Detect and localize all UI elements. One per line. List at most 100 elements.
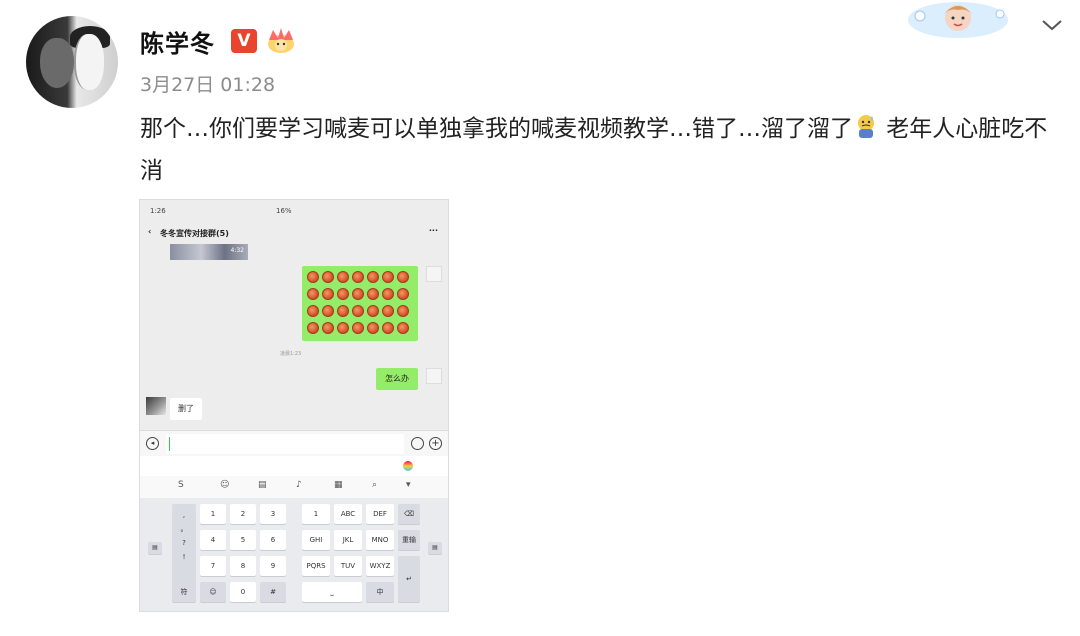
emoji-icon xyxy=(322,305,334,317)
key[interactable]: 1 xyxy=(302,504,330,524)
emoji-icon xyxy=(322,322,334,334)
emoji-icon xyxy=(307,322,319,334)
key[interactable]: 9 xyxy=(260,556,286,576)
card-decoration-icon xyxy=(908,2,1008,38)
chat-input[interactable] xyxy=(166,434,404,454)
emoji-message-bubble[interactable] xyxy=(302,266,418,341)
emoji-icon[interactable]: ☺ xyxy=(220,480,229,490)
space-key-icon[interactable]: ⎵ xyxy=(302,582,362,602)
key[interactable]: TUV xyxy=(334,556,362,576)
key[interactable]: # xyxy=(260,582,286,602)
key[interactable]: 8 xyxy=(230,556,256,576)
grid-icon[interactable]: ▦ xyxy=(334,480,343,490)
key[interactable]: DEF xyxy=(366,504,394,524)
key[interactable]: ABC xyxy=(334,504,362,524)
key[interactable]: 3 xyxy=(260,504,286,524)
their-message-bubble[interactable]: 删了 xyxy=(170,398,202,420)
backspace-icon[interactable]: ⌫ xyxy=(398,504,420,524)
post-text-part1: 那个…你们要学习喊麦可以单独拿我的喊麦视频教学…错了…溜了溜了 xyxy=(140,116,853,142)
emoji-icon xyxy=(307,305,319,317)
keyboard-left-icon[interactable]: ▤ xyxy=(148,542,162,554)
microphone-icon[interactable]: ♪ xyxy=(296,480,302,490)
key[interactable]: PQRS xyxy=(302,556,330,576)
enter-icon[interactable]: ↵ xyxy=(398,556,420,602)
chat-title: 冬冬宣传对接群(5) xyxy=(160,229,229,238)
emoji-icon xyxy=(337,288,349,300)
emoji-key-icon[interactable]: ☺ xyxy=(200,582,226,602)
my-message-bubble[interactable]: 怎么办 xyxy=(376,368,418,390)
key[interactable]: 4 xyxy=(200,530,226,550)
language-key[interactable]: 中 xyxy=(366,582,394,602)
avatar[interactable] xyxy=(26,16,118,108)
emoji-icon xyxy=(367,322,379,334)
sweat-face-emoji-icon xyxy=(858,115,874,138)
sender-avatar[interactable] xyxy=(426,266,442,282)
username[interactable]: 陈学冬 xyxy=(140,24,215,59)
key[interactable]: 1 xyxy=(200,504,226,524)
phone-status-battery: 16% xyxy=(276,207,292,215)
keyboard-top-strip xyxy=(140,456,448,476)
video-duration: 4:32 xyxy=(230,247,244,254)
crown-icon xyxy=(268,28,294,53)
emoji-icon xyxy=(322,288,334,300)
post-text: 那个…你们要学习喊麦可以单独拿我的喊麦视频教学…错了…溜了溜了 老年人心脏吃不消 xyxy=(140,108,1060,192)
keyboard-right-icon[interactable]: ▤ xyxy=(428,542,442,554)
more-icon[interactable]: ··· xyxy=(429,226,438,235)
contact-avatar[interactable] xyxy=(146,397,166,415)
emoji-icon xyxy=(382,305,394,317)
chat-header: ‹ 冬冬宣传对接群(5) ··· xyxy=(140,222,448,244)
keyboard-skin-icon[interactable] xyxy=(403,461,413,471)
emoji-icon xyxy=(337,271,349,283)
chat-timestamp: 凌晨1:23 xyxy=(280,351,302,357)
key[interactable]: MNO xyxy=(366,530,394,550)
chat-input-bar: ◂ + xyxy=(140,430,448,456)
emoji-icon xyxy=(307,271,319,283)
emoji-icon xyxy=(397,322,409,334)
sogou-logo-icon[interactable]: S xyxy=(178,480,184,490)
verified-badge-icon: V xyxy=(231,29,257,53)
emoji-icon xyxy=(382,322,394,334)
emoji-icon xyxy=(322,271,334,283)
chevron-down-icon[interactable] xyxy=(1040,16,1064,34)
key[interactable]: 7 xyxy=(200,556,226,576)
collapse-keyboard-icon[interactable]: ▾ xyxy=(406,480,411,490)
emoji-icon xyxy=(337,305,349,317)
emoji-icon xyxy=(367,271,379,283)
avatar-face-right xyxy=(74,34,104,90)
emoji-icon xyxy=(397,305,409,317)
emoji-icon xyxy=(337,322,349,334)
text-caret xyxy=(169,437,170,451)
symbol-key[interactable]: 符 xyxy=(172,582,196,602)
emoji-icon xyxy=(367,288,379,300)
emoji-icon xyxy=(382,271,394,283)
key[interactable]: WXYZ xyxy=(366,556,394,576)
emoji-icon xyxy=(367,305,379,317)
emoji-picker-icon[interactable] xyxy=(411,437,424,450)
search-icon[interactable]: ⌕ xyxy=(372,480,377,490)
back-icon[interactable]: ‹ xyxy=(148,227,151,236)
avatar-face-left xyxy=(40,38,74,88)
key[interactable]: JKL xyxy=(334,530,362,550)
post-timestamp: 3月27日 01:28 xyxy=(140,74,276,96)
attached-screenshot[interactable]: 1:26 16% ‹ 冬冬宣传对接群(5) ··· 4:32 凌晨1:23 怎么… xyxy=(139,199,449,612)
emoji-icon xyxy=(352,288,364,300)
emoji-icon xyxy=(382,288,394,300)
emoji-grid xyxy=(307,271,411,338)
emoji-icon xyxy=(352,305,364,317)
video-message[interactable]: 4:32 xyxy=(170,244,248,260)
key[interactable]: 6 xyxy=(260,530,286,550)
emoji-icon xyxy=(352,271,364,283)
key[interactable]: GHI xyxy=(302,530,330,550)
plus-icon[interactable]: + xyxy=(429,437,442,450)
keyboard-toolbar: S ☺ ▤ ♪ ▦ ⌕ ▾ xyxy=(140,476,448,498)
reset-key[interactable]: 重输 xyxy=(398,530,420,550)
voice-icon[interactable]: ◂ xyxy=(146,437,159,450)
sender-avatar[interactable] xyxy=(426,368,442,384)
key[interactable]: 5 xyxy=(230,530,256,550)
emoji-icon xyxy=(397,288,409,300)
punctuation-column[interactable]: , 。 ? ! xyxy=(172,504,196,582)
key[interactable]: 0 xyxy=(230,582,256,602)
emoji-icon xyxy=(352,322,364,334)
keyboard-icon[interactable]: ▤ xyxy=(258,480,267,490)
key[interactable]: 2 xyxy=(230,504,256,524)
